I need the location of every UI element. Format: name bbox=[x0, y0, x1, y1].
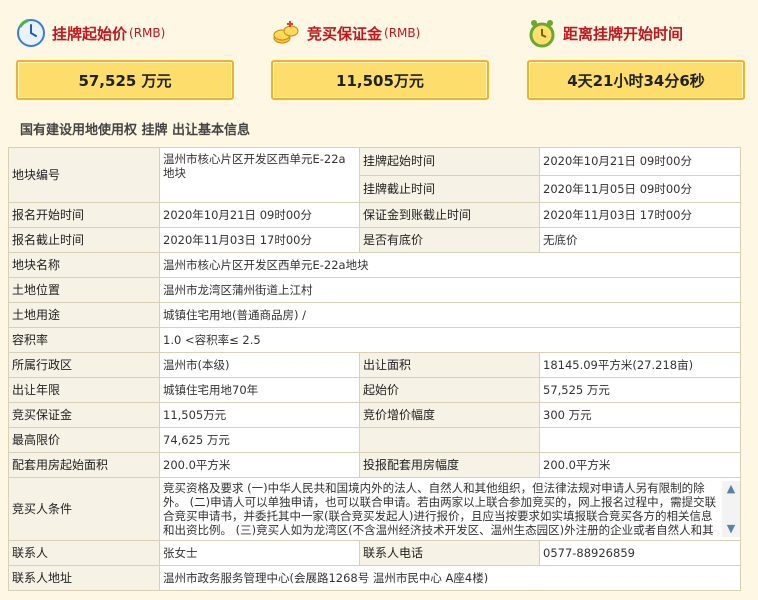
far-label: 容积率 bbox=[8, 327, 160, 353]
deposit-card: 竞买保证金 (RMB) 11,505万元 bbox=[271, 14, 489, 100]
table-row: 地块名称 温州市核心片区开发区西单元E-22a地块 bbox=[8, 252, 741, 278]
clock-refresh-icon bbox=[17, 19, 45, 47]
countdown-label: 距离挂牌开始时间 bbox=[563, 24, 684, 43]
table-row: 配套用房起始面积 200.0平方米 投报配套用房幅度 200.0平方米 bbox=[8, 452, 741, 478]
scroll-up-icon[interactable]: ▲ bbox=[722, 481, 740, 497]
table-row: 地块编号 温州市核心片区开发区西单元E-22a地块 挂牌起始时间 2020年10… bbox=[8, 147, 741, 203]
start-price-row-value: 57,525 万元 bbox=[539, 377, 741, 403]
summary-panel: 挂牌起始价 (RMB) 57,525 万元 竞买保证金 (RMB) 11,505… bbox=[0, 0, 758, 110]
deposit-heading: 竞买保证金 (RMB) bbox=[271, 14, 489, 52]
increment-label: 竞价增价幅度 bbox=[359, 402, 540, 428]
far-value: 1.0 <容积率≤ 2.5 bbox=[159, 327, 741, 353]
district-label: 所属行政区 bbox=[8, 352, 160, 378]
term-label: 出让年限 bbox=[8, 377, 160, 403]
address-value: 温州市政务服务管理中心(会展路1268号 温州市民中心 A座4楼) bbox=[159, 565, 741, 591]
reg-end-label: 报名截止时间 bbox=[8, 227, 160, 253]
max-price-label: 最高限价 bbox=[8, 427, 160, 453]
parcel-no-label: 地块编号 bbox=[8, 147, 160, 203]
bidder-cond-text: 竞买资格及要求 (一)中华人民共和国境内外的法人、自然人和其他组织，但法律法规对… bbox=[163, 481, 717, 537]
reserve-label: 是否有底价 bbox=[359, 227, 540, 253]
area-value: 18145.09平方米(27.218亩) bbox=[539, 352, 741, 378]
start-price-heading: 挂牌起始价 (RMB) bbox=[16, 14, 234, 52]
district-value: 温州市(本级) bbox=[159, 352, 360, 378]
countdown-value: 4天21小时34分6秒 bbox=[527, 60, 745, 100]
term-value: 城镇住宅用地70年 bbox=[159, 377, 360, 403]
name-label: 地块名称 bbox=[8, 252, 160, 278]
deposit-row-value: 11,505万元 bbox=[159, 402, 360, 428]
alarm-clock-icon bbox=[529, 20, 555, 48]
deposit-label: 竞买保证金 bbox=[307, 24, 383, 43]
land-info-table: 地块编号 温州市核心片区开发区西单元E-22a地块 挂牌起始时间 2020年10… bbox=[8, 147, 741, 591]
reserve-value: 无底价 bbox=[539, 227, 741, 253]
listing-end-label: 挂牌截止时间 bbox=[359, 174, 540, 203]
usage-value: 城镇住宅用地(普通商品房) / bbox=[159, 302, 741, 328]
empty-cell bbox=[539, 427, 741, 453]
countdown-card: 距离挂牌开始时间 4天21小时34分6秒 bbox=[527, 14, 745, 100]
area-label: 出让面积 bbox=[359, 352, 540, 378]
table-row: 联系人 张女士 联系人电话 0577-88926859 bbox=[8, 540, 741, 566]
empty-cell bbox=[359, 427, 540, 453]
start-price-label: 挂牌起始价 bbox=[52, 24, 128, 43]
deposit-deadline-label: 保证金到账截止时间 bbox=[359, 202, 540, 228]
housing-inc-value: 200.0平方米 bbox=[539, 452, 741, 478]
table-row: 所属行政区 温州市(本级) 出让面积 18145.09平方米(27.218亩) bbox=[8, 352, 741, 378]
table-row: 出让年限 城镇住宅用地70年 起始价 57,525 万元 bbox=[8, 377, 741, 403]
housing-start-value: 200.0平方米 bbox=[159, 452, 360, 478]
housing-start-label: 配套用房起始面积 bbox=[8, 452, 160, 478]
listing-start-label: 挂牌起始时间 bbox=[359, 147, 540, 176]
location-value: 温州市龙湾区蒲州街道上江村 bbox=[159, 277, 741, 303]
table-row: 最高限价 74,625 万元 bbox=[8, 427, 741, 453]
reg-start-label: 报名开始时间 bbox=[8, 202, 160, 228]
table-row: 竞买保证金 11,505万元 竞价增价幅度 300 万元 bbox=[8, 402, 741, 428]
deposit-row-label: 竞买保证金 bbox=[8, 402, 160, 428]
deposit-deadline-value: 2020年11月03日 17时00分 bbox=[539, 202, 741, 228]
countdown-heading: 距离挂牌开始时间 bbox=[527, 14, 745, 52]
address-label: 联系人地址 bbox=[8, 565, 160, 591]
bidder-cond-label: 竞买人条件 bbox=[8, 477, 160, 541]
coins-icon bbox=[273, 21, 299, 44]
listing-end-value: 2020年11月05日 09时00分 bbox=[539, 174, 741, 203]
contact-value: 张女士 bbox=[159, 540, 360, 566]
table-row: 竞买人条件 竞买资格及要求 (一)中华人民共和国境内外的法人、自然人和其他组织，… bbox=[8, 477, 741, 541]
vertical-scrollbar[interactable]: ▲ ▼ bbox=[722, 481, 740, 537]
start-price-unit: (RMB) bbox=[129, 26, 166, 40]
table-row: 土地用途 城镇住宅用地(普通商品房) / bbox=[8, 302, 741, 328]
table-row: 土地位置 温州市龙湾区蒲州街道上江村 bbox=[8, 277, 741, 303]
start-price-card: 挂牌起始价 (RMB) 57,525 万元 bbox=[16, 14, 234, 100]
bidder-cond-scroll-area[interactable]: 竞买资格及要求 (一)中华人民共和国境内外的法人、自然人和其他组织，但法律法规对… bbox=[163, 481, 740, 537]
table-row: 报名截止时间 2020年11月03日 17时00分 是否有底价 无底价 bbox=[8, 227, 741, 253]
scroll-down-icon[interactable]: ▼ bbox=[722, 521, 740, 537]
contact-label: 联系人 bbox=[8, 540, 160, 566]
location-label: 土地位置 bbox=[8, 277, 160, 303]
increment-value: 300 万元 bbox=[539, 402, 741, 428]
parcel-no-value: 温州市核心片区开发区西单元E-22a地块 bbox=[159, 147, 360, 203]
section-title: 国有建设用地使用权 挂牌 出让基本信息 bbox=[20, 123, 251, 138]
bidder-cond-cell: 竞买资格及要求 (一)中华人民共和国境内外的法人、自然人和其他组织，但法律法规对… bbox=[159, 477, 741, 541]
housing-inc-label: 投报配套用房幅度 bbox=[359, 452, 540, 478]
name-value: 温州市核心片区开发区西单元E-22a地块 bbox=[159, 252, 741, 278]
table-row: 报名开始时间 2020年10月21日 09时00分 保证金到账截止时间 2020… bbox=[8, 202, 741, 228]
usage-label: 土地用途 bbox=[8, 302, 160, 328]
reg-end-value: 2020年11月03日 17时00分 bbox=[159, 227, 360, 253]
table-row: 容积率 1.0 <容积率≤ 2.5 bbox=[8, 327, 741, 353]
max-price-value: 74,625 万元 bbox=[159, 427, 360, 453]
phone-value: 0577-88926859 bbox=[539, 540, 741, 566]
deposit-unit: (RMB) bbox=[384, 26, 421, 40]
listing-start-value: 2020年10月21日 09时00分 bbox=[539, 147, 741, 176]
start-price-row-label: 起始价 bbox=[359, 377, 540, 403]
reg-start-value: 2020年10月21日 09时00分 bbox=[159, 202, 360, 228]
table-row: 联系人地址 温州市政务服务管理中心(会展路1268号 温州市民中心 A座4楼) bbox=[8, 565, 741, 591]
start-price-value: 57,525 万元 bbox=[16, 60, 234, 100]
phone-label: 联系人电话 bbox=[359, 540, 540, 566]
deposit-value: 11,505万元 bbox=[271, 60, 489, 100]
